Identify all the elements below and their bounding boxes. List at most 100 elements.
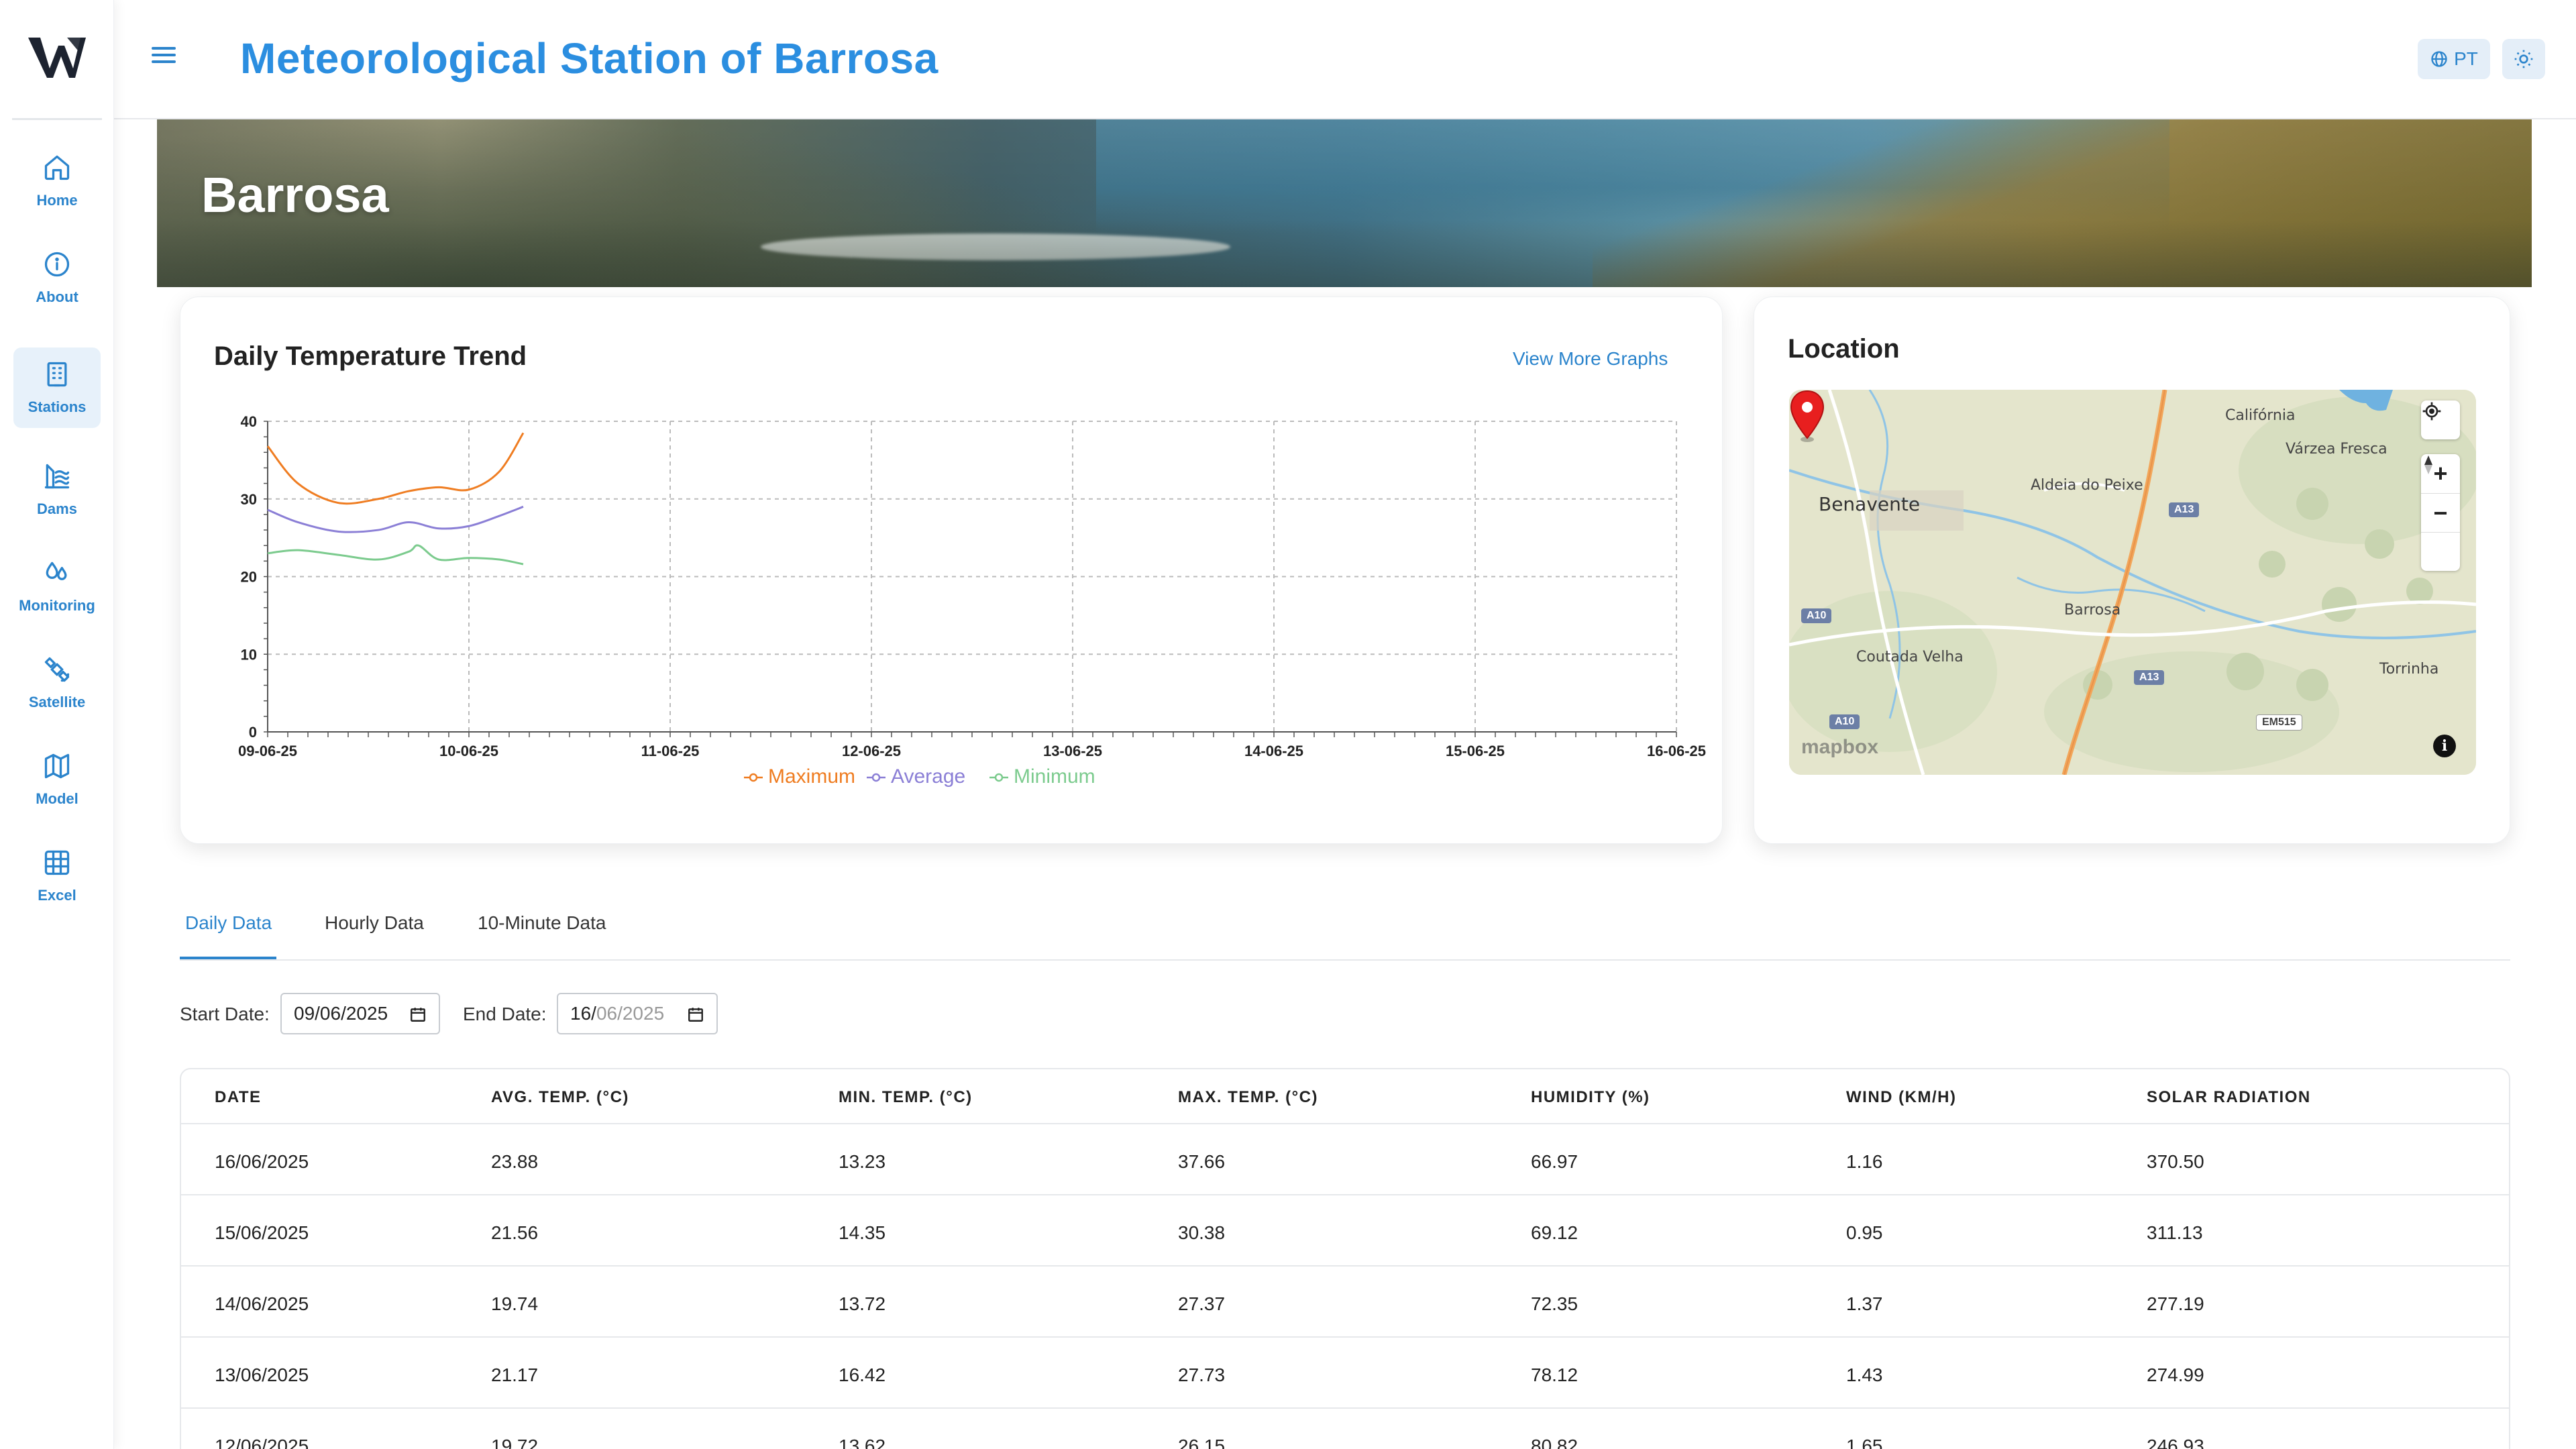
cell-max-temp: 37.66 [1178,1151,1226,1172]
x-tick-label: 09-06-25 [238,743,297,759]
sidebar-item-monitoring[interactable]: Monitoring [13,546,101,627]
x-tick-label: 13-06-25 [1043,743,1102,759]
tab-daily-data[interactable]: Daily Data [185,912,272,934]
tab-hourly-data[interactable]: Hourly Data [325,912,424,934]
satellite-icon [44,657,70,682]
map-road-badge: A13 [2169,502,2200,517]
column-header-max-temp[interactable]: MAX. TEMP. (°C) [1178,1088,1318,1107]
cell-date: 13/06/2025 [215,1364,309,1385]
start-date-input[interactable]: 09/06/2025 [280,993,440,1034]
building-icon [47,362,67,387]
map-place-label: Barrosa [2064,602,2121,619]
data-tabs: Daily Data Hourly Data 10-Minute Data [180,892,2510,961]
tab-10-minute-data[interactable]: 10-Minute Data [478,912,606,934]
sidebar-item-satellite[interactable]: Satellite [13,643,101,723]
column-header-humidity[interactable]: HUMIDITY (%) [1531,1088,1650,1107]
map-road-badge: A10 [1829,714,1860,729]
logo-icon[interactable] [27,34,87,80]
calendar-icon[interactable] [687,1006,704,1023]
cell-humidity: 78.12 [1531,1364,1578,1385]
map-place-label: Benavente [1819,493,1921,515]
series-line-maximum [266,432,525,505]
cell-date: 16/06/2025 [215,1151,309,1172]
dam-icon [44,464,70,489]
sidebar-item-label: Dams [37,500,77,517]
x-tick-label: 12-06-25 [842,743,901,759]
sidebar-item-label: Model [36,790,78,807]
sidebar-item-excel[interactable]: Excel [13,836,101,916]
geolocate-icon[interactable] [2421,400,2460,439]
menu-icon[interactable] [152,43,178,70]
map-pin-icon[interactable] [1789,390,1825,443]
theme-toggle-button[interactable] [2502,39,2545,79]
sidebar-item-model[interactable]: Model [13,739,101,820]
home-icon [44,155,70,180]
sidebar-item-dams[interactable]: Dams [13,449,101,530]
hero-overlay [157,119,2532,287]
table-row: 15/06/2025 21.56 14.35 30.38 69.12 0.95 … [181,1195,2509,1267]
location-card-title: Location [1788,334,1900,364]
info-icon [44,252,70,277]
end-date-input[interactable]: 16/06/2025 [557,993,718,1034]
column-header-solar-radiation[interactable]: SOLAR RADIATION [2147,1088,2311,1107]
y-tick-label: 0 [249,724,257,741]
sidebar-item-about[interactable]: About [13,237,101,318]
location-map[interactable]: Califórnia Várzea Fresca Aldeia do Peixe… [1789,390,2476,775]
sidebar-divider [12,118,102,120]
calendar-icon[interactable] [409,1006,427,1023]
cell-solar-radiation: 274.99 [2147,1364,2204,1385]
language-button[interactable]: PT [2418,39,2490,79]
y-tick-label: 40 [241,413,257,430]
column-header-date[interactable]: DATE [215,1088,262,1107]
location-card: Location Califórnia Várzea Fresca Aldeia… [1754,297,2510,844]
temperature-chart: 0 10 20 30 40 09-06-25 10-06-25 11-06-25 12-06-2… [238,413,1706,788]
droplets-icon [46,561,67,580]
sidebar-item-stations[interactable]: Stations [13,347,101,428]
cell-max-temp: 27.37 [1178,1293,1226,1314]
cell-max-temp: 30.38 [1178,1222,1226,1243]
table-icon [44,850,70,875]
map-info-icon[interactable]: i [2433,735,2456,757]
cell-wind: 0.95 [1846,1222,1883,1243]
sidebar-item-home[interactable]: Home [13,141,101,221]
table-row: 16/06/2025 23.88 13.23 37.66 66.97 1.16 … [181,1124,2509,1195]
x-tick-label: 10-06-25 [439,743,498,759]
legend-label-average: Average [891,765,965,788]
x-tick-label: 16-06-25 [1647,743,1706,759]
sidebar-item-label: Monitoring [19,597,95,614]
column-header-wind[interactable]: WIND (KM/H) [1846,1088,1956,1107]
hero-banner: Barrosa [157,119,2532,287]
map-road-badge: A10 [1801,608,1832,623]
cell-min-temp: 13.62 [839,1436,886,1449]
series-line-average [267,505,524,533]
legend-label-maximum: Maximum [768,765,855,788]
zoom-out-icon[interactable]: − [2421,493,2460,532]
legend-marker-minimum [994,773,1004,782]
sidebar-item-label: Satellite [28,694,86,710]
series-line-minimum [267,544,524,566]
cell-min-temp: 13.23 [839,1151,886,1172]
compass-icon[interactable] [2421,455,2460,571]
cell-solar-radiation: 277.19 [2147,1293,2204,1314]
active-tab-indicator [180,957,276,959]
cell-wind: 1.43 [1846,1364,1883,1385]
column-header-avg-temp[interactable]: AVG. TEMP. (°C) [491,1088,629,1107]
start-date-label: Start Date: [180,1004,270,1024]
table-header: DATE AVG. TEMP. (°C) MIN. TEMP. (°C) MAX… [181,1069,2509,1124]
page-title: Meteorological Station of Barrosa [240,34,938,83]
map-place-label: Aldeia do Peixe [2031,477,2143,494]
legend-label-minimum: Minimum [1014,765,1095,788]
cell-avg-temp: 21.17 [491,1364,539,1385]
language-label: PT [2454,48,2478,69]
sidebar-item-label: About [36,288,78,305]
mapbox-logo[interactable]: mapbox [1801,736,1878,759]
map-place-label: Várzea Fresca [2286,441,2387,458]
column-header-min-temp[interactable]: MIN. TEMP. (°C) [839,1088,973,1107]
map-place-label: Coutada Velha [1856,649,1964,665]
end-date-label: End Date: [463,1004,547,1024]
cell-solar-radiation: 311.13 [2147,1222,2203,1243]
map-road-badge: EM515 [2256,714,2302,731]
cell-avg-temp: 21.56 [491,1222,539,1243]
geolocate-control[interactable] [2421,400,2460,439]
cell-wind: 1.65 [1846,1436,1883,1449]
